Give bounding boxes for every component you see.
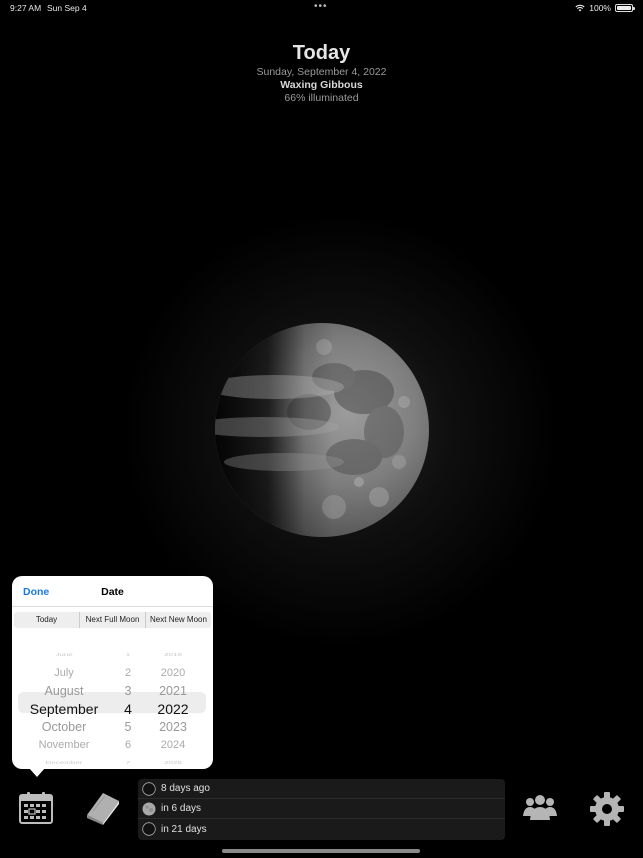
segment-next-full-moon[interactable]: Next Full Moon xyxy=(80,612,146,628)
popover-arrow xyxy=(29,768,45,777)
picker-month: November xyxy=(38,739,90,751)
picker-year: 2021 xyxy=(159,684,187,698)
picker-month: August xyxy=(44,684,84,698)
picker-day: 3 xyxy=(124,684,132,698)
picker-year: 2025 xyxy=(164,760,182,766)
picker-month: June xyxy=(55,652,73,658)
moon-image xyxy=(214,322,430,538)
picker-day: 5 xyxy=(124,720,132,734)
book-icon xyxy=(87,793,119,825)
segment-today[interactable]: Today xyxy=(14,612,80,628)
upcoming-label: in 6 days xyxy=(161,803,202,814)
picker-month: October xyxy=(41,720,87,734)
list-item[interactable]: in 6 days xyxy=(138,799,505,819)
new-moon-icon xyxy=(142,781,156,796)
picker-year-selected: 2022 xyxy=(157,701,189,717)
calendar-icon xyxy=(19,792,53,824)
picker-day-selected: 4 xyxy=(124,701,132,717)
upcoming-label: 8 days ago xyxy=(161,783,210,794)
picker-year: 2023 xyxy=(159,720,187,734)
month-wheel[interactable]: June July August September October Novem… xyxy=(18,646,110,765)
year-wheel[interactable]: 2019 2020 2021 2022 2023 2024 2025 xyxy=(146,646,200,765)
picker-year: 2020 xyxy=(160,667,186,679)
status-date: Sun Sep 4 xyxy=(47,3,87,13)
settings-button[interactable] xyxy=(590,792,624,831)
segment-next-new-moon[interactable]: Next New Moon xyxy=(146,612,211,628)
status-time: 9:27 AM xyxy=(10,3,42,13)
status-right: 100% xyxy=(575,3,635,13)
home-indicator[interactable] xyxy=(222,849,420,853)
list-item[interactable]: 8 days ago xyxy=(138,779,505,799)
moon-header: Today Sunday, September 4, 2022 Waxing G… xyxy=(0,40,643,105)
upcoming-phases-list: 8 days ago in 6 days in 21 days xyxy=(138,779,505,840)
moon-phase-name: Waxing Gibbous xyxy=(280,79,363,91)
day-wheel[interactable]: 1 2 3 4 5 6 7 xyxy=(115,646,141,765)
picker-year: 2019 xyxy=(164,652,182,658)
status-bar: 9:27 AM Sun Sep 4 ••• 100% xyxy=(0,0,643,16)
page-title: Today xyxy=(292,42,351,64)
battery-percent: 100% xyxy=(589,3,611,13)
people-icon xyxy=(523,795,557,820)
date-picker[interactable]: June July August September October Novem… xyxy=(0,646,213,765)
picker-day: 1 xyxy=(125,652,131,658)
picker-month: December xyxy=(45,760,83,766)
calendar-button[interactable] xyxy=(19,791,53,830)
picker-day: 7 xyxy=(125,760,131,766)
picker-year: 2024 xyxy=(160,739,186,751)
wifi-icon xyxy=(575,4,585,12)
book-button[interactable] xyxy=(85,791,121,830)
popover-title: Date xyxy=(101,586,124,598)
illumination-text: 66% illuminated xyxy=(284,92,359,104)
popover-header: Done Date xyxy=(12,576,213,607)
battery-icon xyxy=(615,4,635,12)
picker-day: 2 xyxy=(124,667,132,679)
picker-day: 6 xyxy=(124,739,132,751)
gear-icon xyxy=(590,792,624,826)
picker-month-selected: September xyxy=(29,701,99,717)
full-moon-icon xyxy=(142,802,156,815)
current-date: Sunday, September 4, 2022 xyxy=(256,66,387,78)
picker-month: July xyxy=(54,667,74,679)
list-item[interactable]: in 21 days xyxy=(138,819,505,839)
multitasking-dots[interactable]: ••• xyxy=(314,1,328,12)
upcoming-label: in 21 days xyxy=(161,823,207,835)
quick-date-segmented-control: Today Next Full Moon Next New Moon xyxy=(14,612,211,628)
new-moon-icon xyxy=(142,822,156,836)
people-button[interactable] xyxy=(522,794,558,827)
